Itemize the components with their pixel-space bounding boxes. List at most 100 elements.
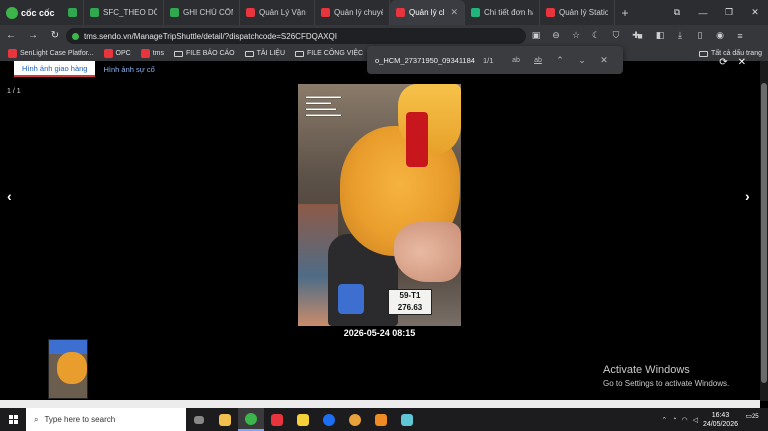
page-bottom-strip — [0, 400, 760, 408]
page-scrollbar[interactable] — [760, 61, 768, 401]
prev-image-icon[interactable]: ‹ — [7, 188, 12, 204]
folder-icon — [295, 50, 305, 57]
sendo-icon — [8, 49, 17, 58]
app-teal-icon[interactable] — [394, 408, 420, 431]
find-count: 1/1 — [483, 55, 494, 65]
sendo-icon — [546, 8, 555, 17]
sendo-icon — [140, 49, 150, 58]
site-info-icon[interactable] — [72, 32, 79, 40]
tab-4[interactable]: Quản lý chuyế — [315, 0, 390, 25]
sticky-notes-icon[interactable] — [290, 408, 316, 431]
next-match-icon[interactable]: ⌄ — [575, 55, 589, 66]
whole-word-button[interactable]: ab — [531, 57, 545, 64]
tab-3[interactable]: Quản Lý Vận Đ — [240, 0, 315, 25]
sendo-icon — [321, 8, 330, 17]
shield-icon[interactable]: ⛉ — [606, 30, 626, 41]
bookmark-senlight[interactable]: SenLight Case Platfor... — [8, 49, 94, 58]
forward-icon[interactable]: → — [22, 30, 44, 41]
windows-logo-icon — [8, 415, 18, 424]
coccoc-logo-icon — [6, 6, 18, 19]
globe-icon — [471, 8, 480, 17]
rotate-icon[interactable]: ⟳ — [719, 57, 727, 68]
activate-windows-watermark: Activate Windows Go to Settings to activ… — [603, 364, 730, 388]
tab-0[interactable] — [62, 0, 84, 25]
tab-search-icon[interactable]: ⧉ — [664, 7, 690, 18]
reload-icon[interactable]: ↻ — [44, 30, 66, 41]
bookmark-opc[interactable]: OPC — [103, 49, 131, 58]
bookmark-tms[interactable]: tms — [140, 49, 164, 58]
reader-icon[interactable]: ▣ — [526, 30, 546, 41]
restore-icon[interactable]: ❐ — [716, 7, 742, 18]
dark-mode-icon[interactable]: ☾ — [586, 30, 606, 41]
license-plate: 59-T1 276.63 — [388, 289, 432, 315]
notifications-icon[interactable]: ▭25 — [744, 412, 760, 426]
bookmark-star-icon[interactable]: ☆ — [566, 30, 586, 41]
next-image-icon[interactable]: › — [745, 188, 750, 204]
close-tab-icon[interactable]: ✕ — [450, 7, 458, 18]
folder-icon — [699, 50, 709, 57]
find-input[interactable]: o_HCM_27371950_0934118448 — [375, 56, 475, 65]
viewer-tabs: Hình ảnh giao hàng Hình ảnh sự cố — [14, 61, 163, 77]
tab-5-active[interactable]: Quản lý ch ✕ — [390, 0, 465, 25]
photo-timestamp: 2026-05-24 08:15 — [343, 328, 416, 338]
tab-2[interactable]: GHI CHÚ CÔNG — [164, 0, 240, 25]
clock[interactable]: 16:43 24/05/2026 — [703, 411, 738, 429]
delivery-photo[interactable]: 59-T1 276.63 ▬▬▬▬▬▬▬ ▬▬▬▬▬ ▬▬▬▬▬▬ ▬▬▬▬▬▬▬ — [298, 84, 461, 326]
image-counter: 1 / 1 — [7, 88, 21, 95]
network-icon[interactable]: ◔ — [672, 416, 676, 423]
tab-1[interactable]: SFC_THEO DÕI — [84, 0, 164, 25]
coccoc-taskbar-icon[interactable] — [238, 408, 264, 431]
download-icon[interactable]: ⤓ — [670, 30, 690, 41]
close-find-icon[interactable]: ✕ — [597, 55, 611, 66]
start-button[interactable] — [0, 408, 26, 431]
sheets-icon — [68, 8, 77, 17]
tab-delivery-images[interactable]: Hình ảnh giao hàng — [14, 61, 96, 77]
menu-icon[interactable]: ≡ — [730, 31, 750, 41]
zoom-icon[interactable]: ⊖ — [546, 30, 566, 41]
sendo-icon — [103, 49, 113, 58]
sendo-icon — [246, 8, 255, 17]
extension-icon[interactable]: ■ — [630, 31, 650, 41]
sendo-icon — [396, 8, 405, 17]
task-view-icon[interactable] — [186, 408, 212, 431]
tab-6[interactable]: Chi tiết đơn hà — [465, 0, 540, 25]
sidebar-icon[interactable]: ▯ — [690, 30, 710, 41]
taskbar-search[interactable]: ⌕ Type here to search — [26, 408, 186, 431]
wps-icon[interactable] — [264, 408, 290, 431]
tab-incident-images[interactable]: Hình ảnh sự cố — [95, 61, 162, 77]
folder-icon — [244, 50, 254, 57]
url-text: tms.sendo.vn/ManageTripShuttle/detail/?d… — [84, 31, 337, 41]
tab-7[interactable]: Quản lý Station — [540, 0, 615, 25]
toolbar-right-icons: ■ ◧ ⤓ ▯ ◉ ≡ — [630, 25, 750, 46]
app-orange-icon[interactable] — [368, 408, 394, 431]
file-explorer-icon[interactable] — [212, 408, 238, 431]
previous-match-icon[interactable]: ⌃ — [553, 55, 567, 66]
sheets-icon — [170, 8, 179, 17]
close-window-icon[interactable]: ✕ — [742, 7, 768, 18]
search-icon: ⌕ — [34, 414, 39, 424]
address-actions: ▣ ⊖ ☆ ☾ ⛉ ✚ — [526, 25, 646, 46]
address-bar[interactable]: tms.sendo.vn/ManageTripShuttle/detail/?d… — [66, 28, 526, 44]
zalo-icon[interactable] — [316, 408, 342, 431]
window-controls: ⧉ — ❐ ✕ — [664, 0, 768, 25]
folder-icon — [174, 50, 183, 57]
minimize-icon[interactable]: — — [690, 8, 716, 18]
profile-icon[interactable]: ◉ — [710, 30, 730, 41]
close-viewer-icon[interactable]: ✕ — [738, 57, 746, 68]
wifi-icon[interactable]: ◠ — [681, 416, 687, 424]
volume-icon[interactable]: ◁ — [693, 416, 698, 424]
photo-thumbnail[interactable] — [48, 339, 88, 399]
sheets-icon — [90, 8, 99, 17]
match-case-button[interactable]: ab — [509, 57, 523, 64]
new-tab-button[interactable]: + — [615, 0, 635, 25]
bookmark-tai-lieu[interactable]: TÀI LIỆU — [244, 50, 285, 57]
browser-tab-bar: cốc cốc SFC_THEO DÕI GHI CHÚ CÔNG Quản L… — [0, 0, 768, 25]
tray-chevron-icon[interactable]: ⌃ — [661, 416, 667, 424]
bookmark-file-cong-viec[interactable]: FILE CÔNG VIỆC — [295, 50, 363, 57]
translate-icon[interactable]: ◧ — [650, 30, 670, 41]
browser-brand[interactable]: cốc cốc — [0, 0, 62, 25]
system-tray: ⌃ ◔ ◠ ◁ 16:43 24/05/2026 — [661, 408, 738, 431]
bookmark-file-bao-cao[interactable]: FILE BÁO CÁO — [174, 50, 235, 57]
chrome-icon[interactable] — [342, 408, 368, 431]
back-icon[interactable]: ← — [0, 30, 22, 41]
